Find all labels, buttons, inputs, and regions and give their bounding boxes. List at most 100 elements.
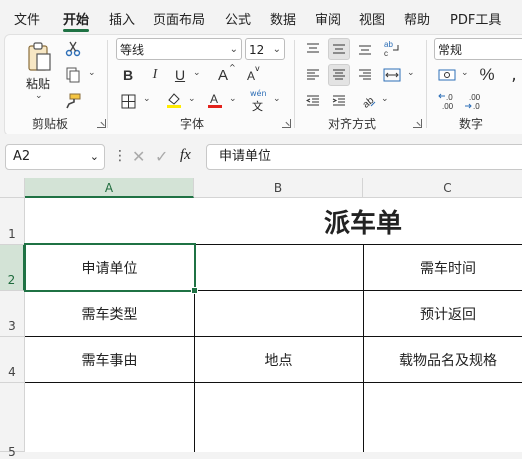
tab-file[interactable]: 文件 xyxy=(14,9,40,28)
underline-button[interactable]: U xyxy=(171,66,189,84)
column-header-a[interactable]: A xyxy=(25,178,194,198)
fill-color-dropdown-icon[interactable]: ⌄ xyxy=(188,94,196,104)
alignment-launcher-icon[interactable] xyxy=(413,119,422,128)
align-right-icon[interactable] xyxy=(356,66,374,84)
comma-style-icon[interactable]: , xyxy=(507,65,521,85)
formula-input[interactable]: 申请单位 xyxy=(206,144,522,170)
insert-function-button[interactable]: fx xyxy=(180,147,191,164)
decrease-decimal-icon[interactable]: .00.0 xyxy=(463,91,485,111)
column-header-b[interactable]: B xyxy=(194,178,363,198)
grow-arrow-icon: ^ xyxy=(229,63,236,72)
borders-dropdown-icon[interactable]: ⌄ xyxy=(143,94,151,104)
font-group-label: 字体 xyxy=(180,117,205,131)
font-size-value: 12 xyxy=(249,43,265,57)
cell-b2[interactable] xyxy=(194,245,363,290)
merge-center-icon[interactable] xyxy=(382,66,402,84)
ribbon-tab-bar: 文件 开始 插入 页面布局 公式 数据 审阅 视图 帮助 PDF工具 xyxy=(0,0,522,34)
tab-view[interactable]: 视图 xyxy=(359,9,385,28)
tab-formulas[interactable]: 公式 xyxy=(225,9,251,28)
fill-handle[interactable] xyxy=(191,287,198,294)
align-middle-icon[interactable] xyxy=(328,38,350,60)
confirm-entry-icon[interactable]: ✓ xyxy=(155,147,168,166)
font-color-dropdown-icon[interactable]: ⌄ xyxy=(229,94,237,104)
tab-data[interactable]: 数据 xyxy=(270,9,296,28)
clipboard-launcher-icon[interactable] xyxy=(97,119,106,128)
column-header-c[interactable]: C xyxy=(363,178,522,198)
select-all-button[interactable] xyxy=(0,178,25,198)
wrap-text-icon[interactable]: ab c xyxy=(382,38,402,58)
accounting-format-icon[interactable] xyxy=(437,66,457,84)
table-border xyxy=(25,382,522,383)
font-size-dropdown[interactable]: 12 ⌄ xyxy=(245,38,285,60)
row-header-2[interactable]: 2 xyxy=(0,245,25,291)
font-launcher-icon[interactable] xyxy=(282,119,291,128)
tab-pdf-tools[interactable]: PDF工具 xyxy=(450,9,501,28)
row-header-1[interactable]: 1 xyxy=(0,198,25,245)
row-header-4[interactable]: 4 xyxy=(0,337,25,383)
merge-dropdown-icon[interactable]: ⌄ xyxy=(407,68,415,78)
number-format-value: 常规 xyxy=(438,43,463,57)
name-box-value: A2 xyxy=(13,149,31,164)
copy-dropdown-icon[interactable]: ⌄ xyxy=(88,68,96,78)
phonetic-dropdown-icon[interactable]: ⌄ xyxy=(273,94,281,104)
chevron-down-icon: ⌄ xyxy=(272,44,281,55)
svg-text:.00: .00 xyxy=(469,93,481,102)
row-header-5[interactable]: 5 xyxy=(0,383,25,459)
copy-icon[interactable] xyxy=(64,66,82,84)
decrease-indent-icon[interactable] xyxy=(304,92,322,110)
fill-color-icon[interactable] xyxy=(164,90,184,110)
name-box[interactable]: A2 ⌄ xyxy=(5,144,105,170)
cell-c4[interactable]: 载物品名及规格 xyxy=(363,337,522,382)
tab-home[interactable]: 开始 xyxy=(63,9,89,28)
number-format-dropdown[interactable]: 常规 xyxy=(434,38,522,60)
row-header-3[interactable]: 3 xyxy=(0,291,25,337)
cell-b4[interactable]: 地点 xyxy=(194,337,363,382)
paste-dropdown-icon[interactable]: ⌄ xyxy=(35,91,43,101)
accounting-dropdown-icon[interactable]: ⌄ xyxy=(461,68,469,78)
svg-text:A: A xyxy=(210,92,218,106)
italic-button[interactable]: I xyxy=(146,66,164,84)
cell-c3[interactable]: 预计返回 xyxy=(363,291,522,336)
paste-icon[interactable] xyxy=(25,42,53,72)
font-color-icon[interactable]: A xyxy=(205,90,225,110)
spreadsheet-grid[interactable]: A B C 1 2 3 4 5 派车单 申请单位 需车时间 需车类型 预计返回 … xyxy=(0,178,522,459)
font-name-value: 等线 xyxy=(120,43,145,57)
cancel-entry-icon[interactable]: ✕ xyxy=(132,147,145,166)
tab-page-layout[interactable]: 页面布局 xyxy=(153,9,205,28)
tab-help[interactable]: 帮助 xyxy=(404,9,430,28)
align-center-icon[interactable] xyxy=(328,64,350,86)
paste-label[interactable]: 粘贴 xyxy=(26,75,50,92)
chevron-down-icon: ⌄ xyxy=(89,150,99,163)
cell-b3[interactable] xyxy=(194,291,363,336)
svg-text:c: c xyxy=(384,49,388,57)
cell-c2[interactable]: 需车时间 xyxy=(363,245,522,290)
group-divider xyxy=(426,40,427,128)
orientation-dropdown-icon[interactable]: ⌄ xyxy=(381,94,389,104)
align-bottom-icon[interactable] xyxy=(356,40,374,58)
phonetic-guide-button[interactable]: wén xyxy=(250,89,267,98)
align-left-icon[interactable] xyxy=(304,66,322,84)
sheet-title[interactable]: 派车单 xyxy=(194,198,522,244)
number-group-label: 数字 xyxy=(459,117,484,131)
bold-button[interactable]: B xyxy=(119,66,137,84)
increase-indent-icon[interactable] xyxy=(330,92,348,110)
borders-icon[interactable] xyxy=(119,92,137,110)
more-options-icon[interactable]: ⋮ xyxy=(113,148,127,164)
tab-insert[interactable]: 插入 xyxy=(109,9,135,28)
cell-a4[interactable]: 需车事由 xyxy=(25,337,194,382)
svg-text:.00: .00 xyxy=(442,102,454,111)
svg-text:.0: .0 xyxy=(446,93,453,102)
underline-dropdown-icon[interactable]: ⌄ xyxy=(193,68,201,78)
percent-style-button[interactable]: % xyxy=(477,65,497,85)
alignment-group-label: 对齐方式 xyxy=(328,117,377,131)
increase-decimal-icon[interactable]: .0.00 xyxy=(437,91,459,111)
align-top-icon[interactable] xyxy=(304,40,322,58)
cut-icon[interactable] xyxy=(64,40,82,58)
cell-a3[interactable]: 需车类型 xyxy=(25,291,194,336)
orientation-icon[interactable]: ab xyxy=(358,90,378,110)
phonetic-icon: 文 xyxy=(252,100,263,113)
font-name-dropdown[interactable]: 等线 ⌄ xyxy=(116,38,242,60)
format-painter-icon[interactable] xyxy=(64,92,82,110)
tab-review[interactable]: 审阅 xyxy=(315,9,341,28)
chevron-down-icon: ⌄ xyxy=(229,44,238,55)
